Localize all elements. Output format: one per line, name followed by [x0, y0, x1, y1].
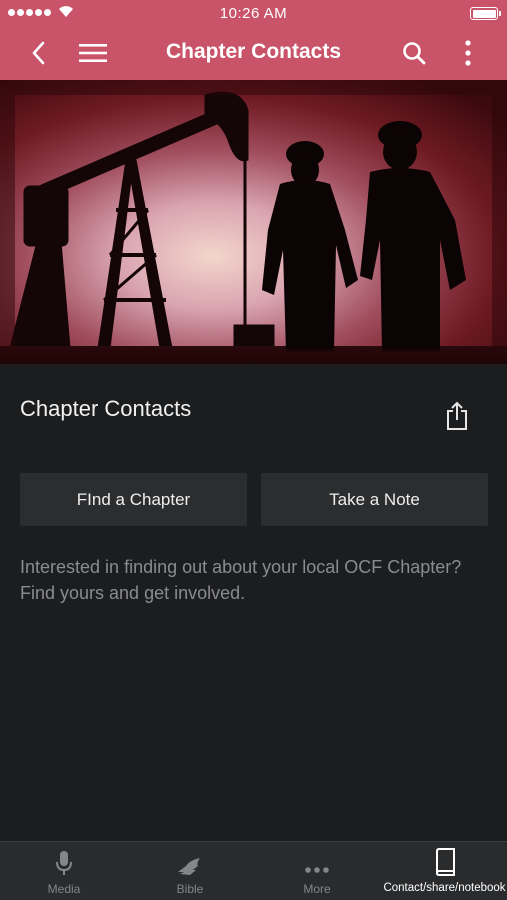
- back-chevron-icon: [32, 41, 45, 65]
- tab-contact-share-notebook[interactable]: Contact/share/notebook: [383, 842, 506, 900]
- praying-hands-icon: [178, 858, 200, 875]
- nav-bar: Chapter Contacts: [0, 26, 507, 80]
- find-chapter-button[interactable]: FInd a Chapter: [20, 473, 247, 526]
- tab-bar: Media Bible More Contact/share/notebook: [0, 841, 507, 900]
- tab-label: Contact/share/notebook: [383, 882, 506, 894]
- microphone-icon: [56, 851, 72, 875]
- book-icon: [435, 848, 455, 876]
- back-button[interactable]: [18, 34, 58, 72]
- battery-icon: [470, 7, 501, 20]
- tab-label: More: [303, 882, 331, 896]
- search-button[interactable]: [394, 34, 434, 72]
- take-note-button[interactable]: Take a Note: [261, 473, 488, 526]
- tab-label: Media: [47, 882, 81, 896]
- status-time: 10:26 AM: [219, 5, 288, 22]
- content-area: Chapter Contacts FInd a Chapter Take a N…: [0, 364, 507, 841]
- status-bar: 10:26 AM: [0, 0, 507, 26]
- description-text: Interested in finding out about your loc…: [20, 557, 462, 603]
- nav-title: Chapter Contacts: [165, 40, 342, 63]
- share-icon: [447, 401, 467, 430]
- more-dots-icon: [305, 867, 329, 873]
- tab-media[interactable]: Media: [14, 842, 114, 900]
- hamburger-menu-icon: [79, 44, 107, 62]
- more-vertical-icon: [465, 40, 471, 66]
- share-button[interactable]: [440, 398, 474, 434]
- more-options-button[interactable]: [448, 34, 488, 72]
- tab-label: Bible: [176, 882, 204, 896]
- page-title: Chapter Contacts: [20, 396, 192, 421]
- hero-image: [0, 80, 507, 364]
- menu-button[interactable]: [73, 34, 113, 72]
- tab-bible[interactable]: Bible: [140, 842, 240, 900]
- search-icon: [403, 42, 426, 65]
- tab-more[interactable]: More: [267, 842, 367, 900]
